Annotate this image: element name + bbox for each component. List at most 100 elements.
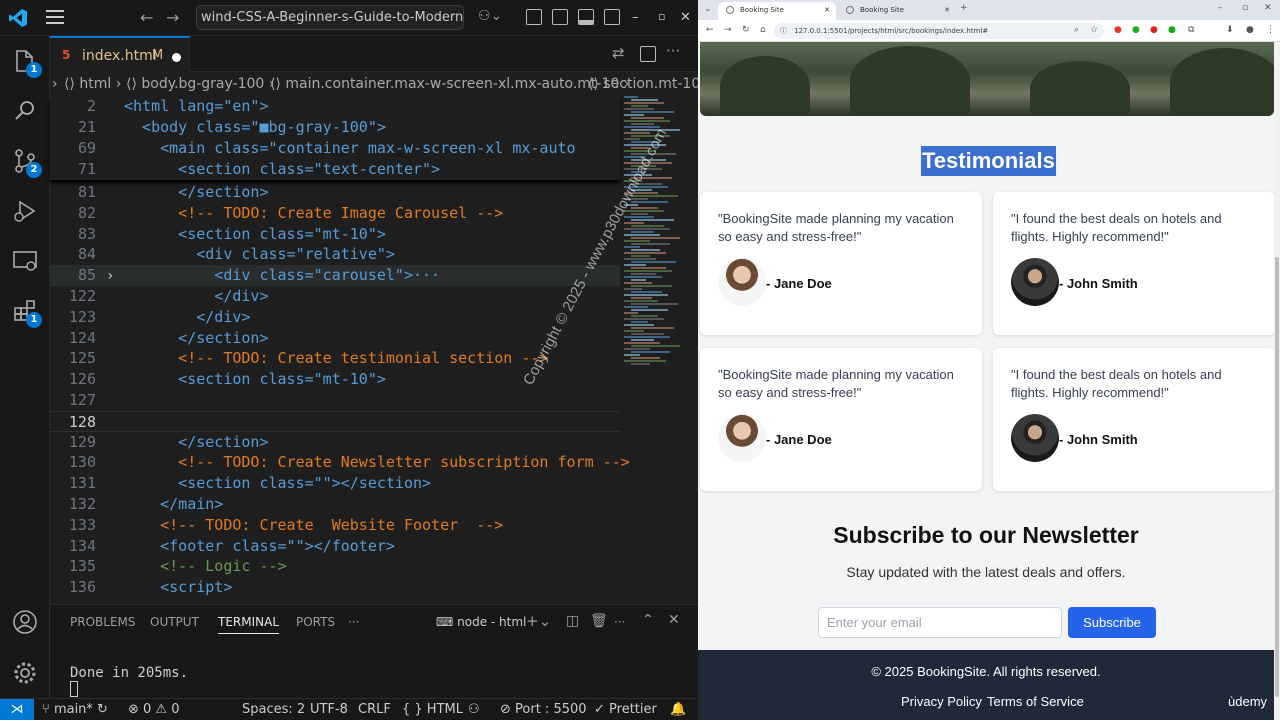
code-line[interactable]: 127 bbox=[50, 390, 620, 411]
browser-tab-active[interactable]: Booking Site ✕ bbox=[718, 2, 836, 20]
code-line[interactable]: 81 </section> bbox=[50, 182, 620, 203]
notifications-bell-icon[interactable]: 🔔 bbox=[670, 702, 686, 717]
sticky-line[interactable]: 69 <main class="container max-w-screen-x… bbox=[50, 138, 620, 159]
code-line[interactable]: 130 <!-- TODO: Create Newsletter subscri… bbox=[50, 452, 630, 473]
kill-terminal-icon[interactable]: 🗑 bbox=[590, 613, 608, 629]
tab-search-icon[interactable]: ⌄ bbox=[704, 4, 712, 14]
browser-close-icon[interactable]: ✕ bbox=[1264, 3, 1272, 13]
remote-explorer-icon[interactable] bbox=[12, 248, 38, 274]
email-input[interactable]: Enter your email bbox=[818, 607, 1062, 638]
home-icon[interactable]: ⌂ bbox=[760, 25, 766, 35]
split-editor-icon[interactable] bbox=[640, 46, 656, 62]
customize-layout-icon[interactable] bbox=[526, 9, 542, 25]
remote-indicator-icon[interactable]: ⋊ bbox=[0, 699, 34, 720]
new-tab-icon[interactable]: + bbox=[960, 3, 968, 13]
sticky-line[interactable]: 71 <section class="text-center"> bbox=[50, 159, 620, 180]
line-endings[interactable]: CRLF bbox=[358, 702, 391, 717]
settings-gear-icon[interactable] bbox=[12, 660, 38, 686]
browser-tab[interactable]: Booking Site ✕ bbox=[838, 2, 956, 20]
search-icon[interactable] bbox=[12, 98, 38, 124]
privacy-policy-link[interactable]: Privacy Policy bbox=[901, 694, 982, 709]
code-line[interactable]: 135 <!-- Logic --> bbox=[50, 556, 620, 577]
panel-more-icon[interactable]: ··· bbox=[348, 615, 359, 629]
extension-icon[interactable]: ● bbox=[1150, 25, 1158, 35]
breadcrumb-main[interactable]: ⟨⟩ main.container.max-w-screen-xl.mx-aut… bbox=[270, 76, 629, 92]
command-center-search[interactable]: wind-CSS-A-Beginner-s-Guide-to-Modern-We… bbox=[196, 5, 464, 30]
toggle-panel-icon[interactable] bbox=[578, 9, 594, 25]
unsaved-dot-icon[interactable] bbox=[172, 53, 181, 62]
page-scrollbar[interactable] bbox=[1274, 42, 1280, 720]
extensions-puzzle-icon[interactable]: ⧉ bbox=[1188, 25, 1194, 35]
encoding[interactable]: UTF-8 bbox=[310, 702, 348, 717]
maximize-panel-icon[interactable]: ⌃ bbox=[642, 612, 654, 628]
language-mode[interactable]: { } HTML bbox=[402, 702, 463, 717]
browser-maximize-icon[interactable]: ▫ bbox=[1242, 3, 1248, 13]
back-arrow-icon[interactable]: ← bbox=[140, 8, 153, 27]
tab-index-html[interactable]: 5 index.html M bbox=[50, 36, 190, 72]
browser-minimize-icon[interactable]: – bbox=[1218, 3, 1223, 13]
code-line[interactable]: 133 <!-- TODO: Create Website Footer --> bbox=[50, 515, 620, 536]
compare-changes-icon[interactable]: ⇄ bbox=[612, 44, 625, 62]
bookmark-star-icon[interactable]: ☆ bbox=[1090, 25, 1098, 35]
address-bar[interactable]: ⓘ 127.0.0.1:5501/projects/html/src/booki… bbox=[774, 23, 1104, 39]
close-window-icon[interactable]: ✕ bbox=[680, 10, 691, 25]
code-line[interactable]: 85 <div class="carousel">··· bbox=[50, 265, 620, 287]
code-line[interactable]: 136 <script> bbox=[50, 577, 620, 598]
code-line[interactable]: 122 </div> bbox=[50, 286, 620, 307]
extension-icon[interactable]: ● bbox=[1114, 25, 1122, 35]
menu-icon[interactable] bbox=[46, 10, 64, 26]
browser-menu-icon[interactable]: ⋮ bbox=[1266, 25, 1275, 35]
tab-problems[interactable]: PROBLEMS bbox=[70, 615, 136, 629]
problems-count[interactable]: ⊗ 0 ⚠ 0 bbox=[128, 702, 180, 717]
close-tab-icon[interactable]: ✕ bbox=[824, 2, 830, 18]
close-tab-icon[interactable]: ✕ bbox=[944, 2, 950, 18]
copilot-status-icon[interactable]: ⚇ bbox=[468, 702, 480, 717]
code-line[interactable]: 84 <div class="relative"> bbox=[50, 244, 620, 265]
maximize-icon[interactable]: ▫ bbox=[658, 10, 665, 23]
download-icon[interactable]: ⬇ bbox=[1226, 25, 1234, 35]
code-line[interactable]: 82 <!-- TODO: Create Image Carousel --> bbox=[50, 203, 620, 224]
code-line[interactable]: 134 <footer class=""></footer> bbox=[50, 536, 620, 557]
indentation[interactable]: Spaces: 2 bbox=[242, 702, 305, 717]
forward-arrow-icon[interactable]: → bbox=[166, 8, 179, 27]
breadcrumb-html[interactable]: ⟨⟩ html › bbox=[64, 76, 121, 92]
terminal-cursor[interactable] bbox=[70, 681, 78, 697]
browser-back-icon[interactable]: ← bbox=[706, 25, 714, 35]
sticky-line[interactable]: 21 <body class="■bg-gray-100"> bbox=[50, 117, 620, 138]
code-line[interactable]: 83 <section class="mt-10"> bbox=[50, 224, 620, 245]
tab-terminal[interactable]: TERMINAL bbox=[218, 615, 280, 634]
scrollbar-thumb[interactable] bbox=[1275, 257, 1279, 697]
code-line[interactable]: 132 </main> bbox=[50, 494, 620, 515]
code-line[interactable]: 129 </section> bbox=[50, 432, 620, 453]
code-line[interactable]: 128 bbox=[50, 410, 620, 432]
account-icon[interactable] bbox=[12, 609, 38, 635]
prettier-status[interactable]: ✓ Prettier bbox=[594, 702, 657, 717]
subscribe-button[interactable]: Subscribe bbox=[1068, 607, 1156, 638]
zoom-icon[interactable]: ⌕ bbox=[1074, 25, 1079, 35]
terminal-selector[interactable]: ⌨ node - html bbox=[436, 615, 526, 629]
minimize-icon[interactable]: – bbox=[632, 10, 639, 25]
terms-of-service-link[interactable]: Terms of Service bbox=[987, 694, 1084, 709]
terminal-more-icon[interactable]: ··· bbox=[614, 615, 625, 629]
code-editor[interactable]: 2 <html lang="en"> 21 <body class="■bg-gr… bbox=[50, 96, 698, 604]
git-branch[interactable]: ⑂ main* ↻ bbox=[42, 702, 108, 717]
code-line[interactable]: 123 </div> bbox=[50, 307, 620, 328]
tab-ports[interactable]: PORTS bbox=[296, 615, 335, 629]
copilot-icon[interactable]: ⚇⌄ bbox=[478, 8, 502, 24]
breadcrumb-body[interactable]: ⟨⟩ body.bg-gray-100 › bbox=[126, 76, 274, 92]
fold-chevron-icon[interactable]: › bbox=[106, 268, 114, 284]
breadcrumb-section[interactable]: ⟨⟩ section.mt-10 bbox=[588, 76, 698, 92]
new-terminal-icon[interactable]: +⌄ bbox=[526, 612, 551, 630]
reload-icon[interactable]: ↻ bbox=[742, 25, 750, 35]
code-line[interactable]: 124 </section> bbox=[50, 328, 620, 349]
run-debug-icon[interactable] bbox=[12, 198, 38, 224]
toggle-sidebar-icon[interactable] bbox=[552, 9, 568, 25]
extension-icon[interactable]: ● bbox=[1168, 25, 1176, 35]
sticky-line[interactable]: 2 <html lang="en"> bbox=[50, 96, 620, 117]
profile-avatar[interactable]: ● bbox=[1246, 25, 1254, 35]
live-server-port[interactable]: ⊘ Port : 5500 bbox=[500, 702, 587, 717]
close-panel-icon[interactable]: ✕ bbox=[668, 612, 680, 628]
more-actions-icon[interactable]: ··· bbox=[666, 42, 680, 60]
browser-forward-icon[interactable]: → bbox=[724, 25, 732, 35]
split-terminal-icon[interactable]: ◫ bbox=[566, 613, 579, 629]
